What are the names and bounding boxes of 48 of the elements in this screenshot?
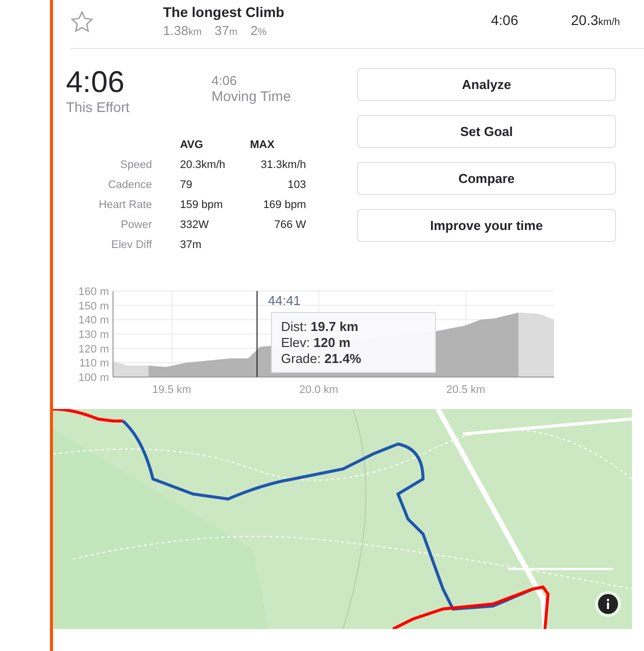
tooltip-line: Grade: 21.4% (281, 351, 362, 366)
y-tick-label: 130 m (78, 329, 109, 341)
x-tick-label: 20.0 km (299, 384, 338, 396)
table-cell-text: 159 bpm (180, 198, 224, 213)
segment-time: 4:06 (491, 12, 520, 28)
x-tick-label: 20.5 km (446, 384, 486, 396)
moving-time: 4:06 (212, 73, 238, 88)
star-icon (70, 10, 94, 34)
info-button[interactable] (595, 591, 621, 617)
row-label: Cadence (106, 178, 152, 193)
row-label: Elev Diff (110, 238, 152, 253)
segment-stat: 1.38km (163, 23, 202, 38)
table-cell-text: 31.3km/h (260, 158, 306, 173)
star-button[interactable] (70, 10, 94, 34)
effort-label: This Effort (66, 99, 131, 115)
y-tick-label: 150 m (78, 300, 109, 312)
column-header: AVG (180, 138, 204, 153)
segment-title: The longest Climb (163, 4, 286, 20)
x-tick-label: 19.5 km (152, 384, 192, 396)
table-cell-text: 332W (180, 218, 210, 233)
segment-stat: 2% (250, 23, 267, 38)
action-button[interactable]: Compare (357, 162, 616, 195)
info-icon (598, 594, 618, 614)
action-button[interactable]: Improve your time (357, 209, 616, 242)
y-tick-label: 100 m (78, 372, 109, 384)
table-cell-text: 79 (180, 178, 194, 193)
moving-time-label: Moving Time (212, 88, 292, 104)
table-cell-text: 37m (180, 238, 202, 253)
tooltip-line: Dist: 19.7 km (281, 319, 360, 334)
table-cell-text: 20.3km/h (180, 158, 226, 173)
column-header: MAX (250, 138, 276, 153)
segment-stat: 37m (214, 23, 238, 38)
table-cell-text: 169 bpm (262, 198, 306, 213)
row-label: Speed (119, 158, 152, 173)
row-label: Heart Rate (98, 198, 152, 213)
table-cell-text: 103 (286, 178, 306, 193)
action-button[interactable]: Analyze (357, 68, 616, 101)
row-label: Power (120, 218, 152, 233)
tooltip-line: Elev: 120 m (281, 335, 352, 350)
cursor-time: 44:41 (268, 293, 301, 308)
y-tick-label: 140 m (78, 314, 109, 327)
y-tick-label: 120 m (78, 343, 109, 356)
table-cell-text: 766 W (273, 218, 306, 233)
segment-speed: 20.3km/h (571, 12, 620, 28)
action-button[interactable]: Set Goal (357, 115, 616, 148)
effort-time: 4:06 (66, 67, 126, 99)
y-tick-label: 160 m (78, 286, 109, 298)
y-tick-label: 110 m (79, 358, 109, 370)
